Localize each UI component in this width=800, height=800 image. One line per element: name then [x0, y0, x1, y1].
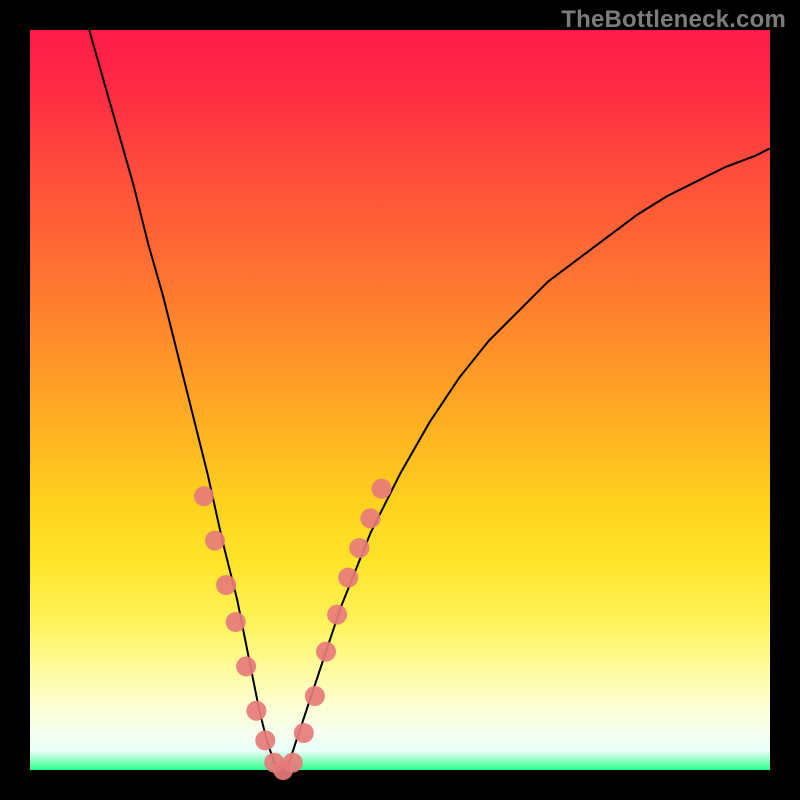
curve-marker: [338, 568, 358, 588]
curve-marker: [216, 575, 236, 595]
curve-marker: [236, 656, 256, 676]
curve-marker: [294, 723, 314, 743]
highlighted-points-group: [194, 479, 392, 780]
curve-marker: [246, 701, 266, 721]
curve-svg: [30, 30, 770, 770]
frame: TheBottleneck.com: [0, 0, 800, 800]
curve-marker: [194, 486, 214, 506]
curve-marker: [283, 753, 303, 773]
curve-marker: [255, 730, 275, 750]
bottleneck-curve-line: [89, 30, 770, 770]
curve-marker: [372, 479, 392, 499]
plot-area: [30, 30, 770, 770]
curve-marker: [360, 508, 380, 528]
curve-marker: [205, 531, 225, 551]
curve-marker: [316, 642, 336, 662]
curve-marker: [226, 612, 246, 632]
curve-marker: [305, 686, 325, 706]
curve-marker: [327, 605, 347, 625]
curve-marker: [349, 538, 369, 558]
